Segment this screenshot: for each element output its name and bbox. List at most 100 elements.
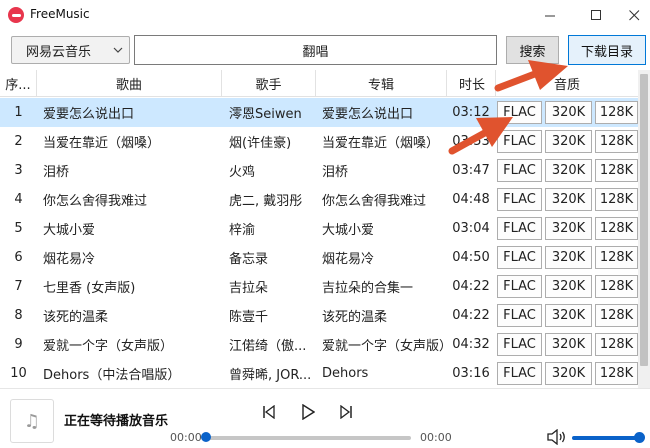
progress-handle[interactable] <box>201 432 211 442</box>
320k-download-button[interactable]: 320K <box>545 188 592 211</box>
320k-download-button[interactable]: 320K <box>545 275 592 298</box>
speaker-icon[interactable] <box>547 428 567 446</box>
flac-download-button[interactable]: FLAC <box>497 246 542 269</box>
128k-download-button[interactable]: 128K <box>595 188 638 211</box>
scrollbar-thumb[interactable] <box>640 74 648 366</box>
now-playing-status: 正在等待播放音乐 <box>64 414 169 429</box>
table-row[interactable]: 10 Dehors（中法合唱版） 曾舜晞, JOR... Dehors 03:16 FLA… <box>0 359 638 388</box>
song-duration: 04:22 <box>452 279 490 294</box>
song-album: 泪桥 <box>322 165 349 180</box>
flac-download-button[interactable]: FLAC <box>497 362 542 385</box>
320k-download-button[interactable]: 320K <box>545 130 592 153</box>
music-source-dropdown[interactable]: 网易云音乐 <box>11 36 130 64</box>
table-row[interactable]: 7 七里香 (女声版) 吉拉朵 吉拉朵的合集一 04:22 FLAC 320K 128K <box>0 272 638 301</box>
flac-download-button[interactable]: FLAC <box>497 304 542 327</box>
320k-download-button[interactable]: 320K <box>545 159 592 182</box>
song-title: 你怎么舍得我难过 <box>43 194 148 209</box>
table-row[interactable]: 4 你怎么舍得我难过 虎二, 戴羽彤 你怎么舍得我难过 04:48 FLAC 320K 128… <box>0 185 638 214</box>
header-title[interactable]: 歌曲 <box>37 70 222 97</box>
maximize-button[interactable] <box>576 0 616 30</box>
128k-download-button[interactable]: 128K <box>595 101 638 124</box>
song-album: 该死的温柔 <box>322 310 388 325</box>
song-duration: 04:50 <box>452 250 490 265</box>
128k-download-button[interactable]: 128K <box>595 246 638 269</box>
download-directory-button[interactable]: 下载目录 <box>568 35 646 65</box>
320k-download-button[interactable]: 320K <box>545 333 592 356</box>
header-album[interactable]: 专辑 <box>316 70 447 97</box>
128k-download-button[interactable]: 128K <box>595 217 638 240</box>
128k-download-button[interactable]: 128K <box>595 362 638 385</box>
close-icon <box>628 9 639 20</box>
song-duration: 03:12 <box>452 105 490 120</box>
128k-download-button[interactable]: 128K <box>595 333 638 356</box>
play-button[interactable] <box>297 401 319 423</box>
flac-download-button[interactable]: FLAC <box>497 333 542 356</box>
128k-download-button[interactable]: 128K <box>595 159 638 182</box>
flac-download-button[interactable]: FLAC <box>497 217 542 240</box>
minimize-icon <box>544 15 555 16</box>
progress-bar[interactable] <box>206 436 411 440</box>
table-row[interactable]: 6 烟花易冷 备忘录 烟花易冷 04:50 FLAC 320K 128K <box>0 243 638 272</box>
table-row[interactable]: 8 该死的温柔 陈壹千 该死的温柔 04:22 FLAC 320K 128K <box>0 301 638 330</box>
song-duration: 04:48 <box>452 192 490 207</box>
header-quality[interactable]: 音质 <box>496 70 638 97</box>
song-title: 烟花易冷 <box>43 252 96 267</box>
song-title: 泪桥 <box>43 165 70 180</box>
song-title: 该死的温柔 <box>43 310 109 325</box>
header-number[interactable]: 序... <box>0 70 37 97</box>
search-input[interactable] <box>134 35 497 65</box>
128k-download-button[interactable]: 128K <box>595 275 638 298</box>
flac-download-button[interactable]: FLAC <box>497 130 542 153</box>
chevron-down-icon <box>112 42 124 61</box>
previous-button[interactable] <box>258 401 280 423</box>
source-selected-label: 网易云音乐 <box>26 44 92 60</box>
song-artist: 澪恩Seiwen <box>229 107 302 122</box>
table-row[interactable]: 1 爱要怎么说出口 澪恩Seiwen 爱要怎么说出口 03:12 FLAC 320K 128K <box>0 98 638 127</box>
row-number: 3 <box>14 163 23 178</box>
320k-download-button[interactable]: 320K <box>545 246 592 269</box>
maximize-icon <box>590 9 601 20</box>
song-artist: 备忘录 <box>229 252 269 267</box>
song-duration: 03:53 <box>452 134 490 149</box>
song-title: 大城小爱 <box>43 223 96 238</box>
table-scrollbar[interactable] <box>638 70 650 388</box>
next-button[interactable] <box>335 401 357 423</box>
flac-download-button[interactable]: FLAC <box>497 159 542 182</box>
table-row[interactable]: 5 大城小爱 梓渝 大城小爱 03:04 FLAC 320K 128K <box>0 214 638 243</box>
flac-download-button[interactable]: FLAC <box>497 101 542 124</box>
song-album: 吉拉朵的合集一 <box>322 281 414 296</box>
skip-next-icon <box>340 405 352 419</box>
total-time: 00:00 <box>420 431 452 444</box>
song-artist: 陈壹千 <box>229 310 269 325</box>
song-album: Dehors <box>322 366 369 381</box>
320k-download-button[interactable]: 320K <box>545 304 592 327</box>
320k-download-button[interactable]: 320K <box>545 362 592 385</box>
128k-download-button[interactable]: 128K <box>595 130 638 153</box>
minimize-button[interactable] <box>530 0 570 30</box>
row-number: 7 <box>14 279 23 294</box>
song-album: 爱就一个字（女声版） <box>322 339 444 354</box>
table-row[interactable]: 2 当爱在靠近（烟嗓） 烟(许佳豪) 当爱在靠近（烟嗓） 03:53 FLAC 320K 12… <box>0 127 638 156</box>
flac-download-button[interactable]: FLAC <box>497 275 542 298</box>
table-row[interactable]: 9 爱就一个字（女声版） 江偌绮（傲... 爱就一个字（女声版） 04:32 FLAC 32… <box>0 330 638 359</box>
song-title: 爱要怎么说出口 <box>43 107 135 122</box>
song-title: 爱就一个字（女声版） <box>43 339 174 354</box>
320k-download-button[interactable]: 320K <box>545 101 592 124</box>
volume-slider[interactable] <box>572 436 640 440</box>
close-button[interactable] <box>614 0 650 30</box>
song-album: 大城小爱 <box>322 223 375 238</box>
song-title: 当爱在靠近（烟嗓） <box>43 136 161 151</box>
flac-download-button[interactable]: FLAC <box>497 188 542 211</box>
128k-download-button[interactable]: 128K <box>595 304 638 327</box>
header-artist[interactable]: 歌手 <box>222 70 316 97</box>
window-title: FreeMusic <box>30 7 90 21</box>
row-number: 5 <box>14 221 23 236</box>
table-row[interactable]: 3 泪桥 火鸡 泪桥 03:47 FLAC 320K 128K <box>0 156 638 185</box>
volume-handle[interactable] <box>634 432 645 443</box>
song-duration: 04:22 <box>452 308 490 323</box>
song-artist: 吉拉朵 <box>229 281 269 296</box>
header-duration[interactable]: 时长 <box>447 70 496 97</box>
song-artist: 烟(许佳豪) <box>229 136 292 151</box>
320k-download-button[interactable]: 320K <box>545 217 592 240</box>
search-button[interactable]: 搜索 <box>506 36 559 64</box>
